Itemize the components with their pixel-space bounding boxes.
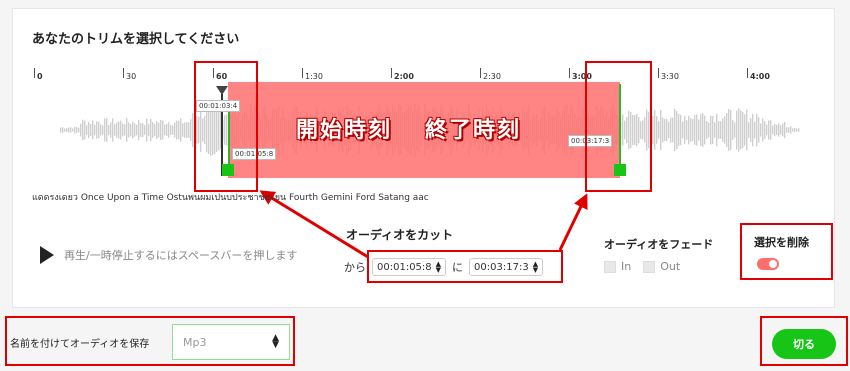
fade-options: In Out [604,260,680,273]
spinner-icon[interactable]: ▲ ▼ [436,261,441,274]
cut-audio-title: オーディオをカット [346,228,454,242]
to-time-value[interactable]: 00:03:17:3 [474,262,529,273]
audio-filename: แดดรงเดยว Once Upon a Time Ostนพนผมเปนบป… [32,193,429,203]
checkbox-icon[interactable] [643,260,656,273]
to-time-input[interactable]: 00:03:17:3 ▲ ▼ [469,258,544,276]
play-icon[interactable] [40,246,54,264]
fade-out-checkbox[interactable]: Out [643,260,680,273]
save-as-label: 名前を付けてオーディオを保存 [10,339,150,350]
cut-button[interactable]: 切る [772,329,836,359]
format-select[interactable]: Mp3 ▲ ▼ [172,324,290,360]
checkbox-icon[interactable] [604,260,616,273]
fade-in-label: In [621,260,632,273]
play-hint-text: 再生/一時停止するにはスペースバーを押します [64,249,298,262]
from-time-value[interactable]: 00:01:05:8 [377,262,432,273]
delete-selection-toggle[interactable] [757,258,779,270]
to-label: に [452,261,464,274]
select-caret-icon: ▲ ▼ [272,333,279,350]
from-label: から [344,261,366,274]
play-hint: 再生/一時停止するにはスペースバーを押します [40,246,297,264]
annotation-arrows [259,190,588,259]
fade-out-label: Out [660,260,681,273]
cut-audio-row: から 00:01:05:8 ▲ ▼ に 00:03:17:3 ▲ ▼ [344,258,544,276]
format-select-value: Mp3 [183,335,207,349]
fade-in-checkbox[interactable]: In [604,260,631,273]
spinner-icon[interactable]: ▲ ▼ [533,261,538,274]
fade-audio-title: オーディオをフェード [604,238,714,251]
from-time-input[interactable]: 00:01:05:8 ▲ ▼ [372,258,447,276]
delete-selection-title: 選択を削除 [754,236,809,249]
